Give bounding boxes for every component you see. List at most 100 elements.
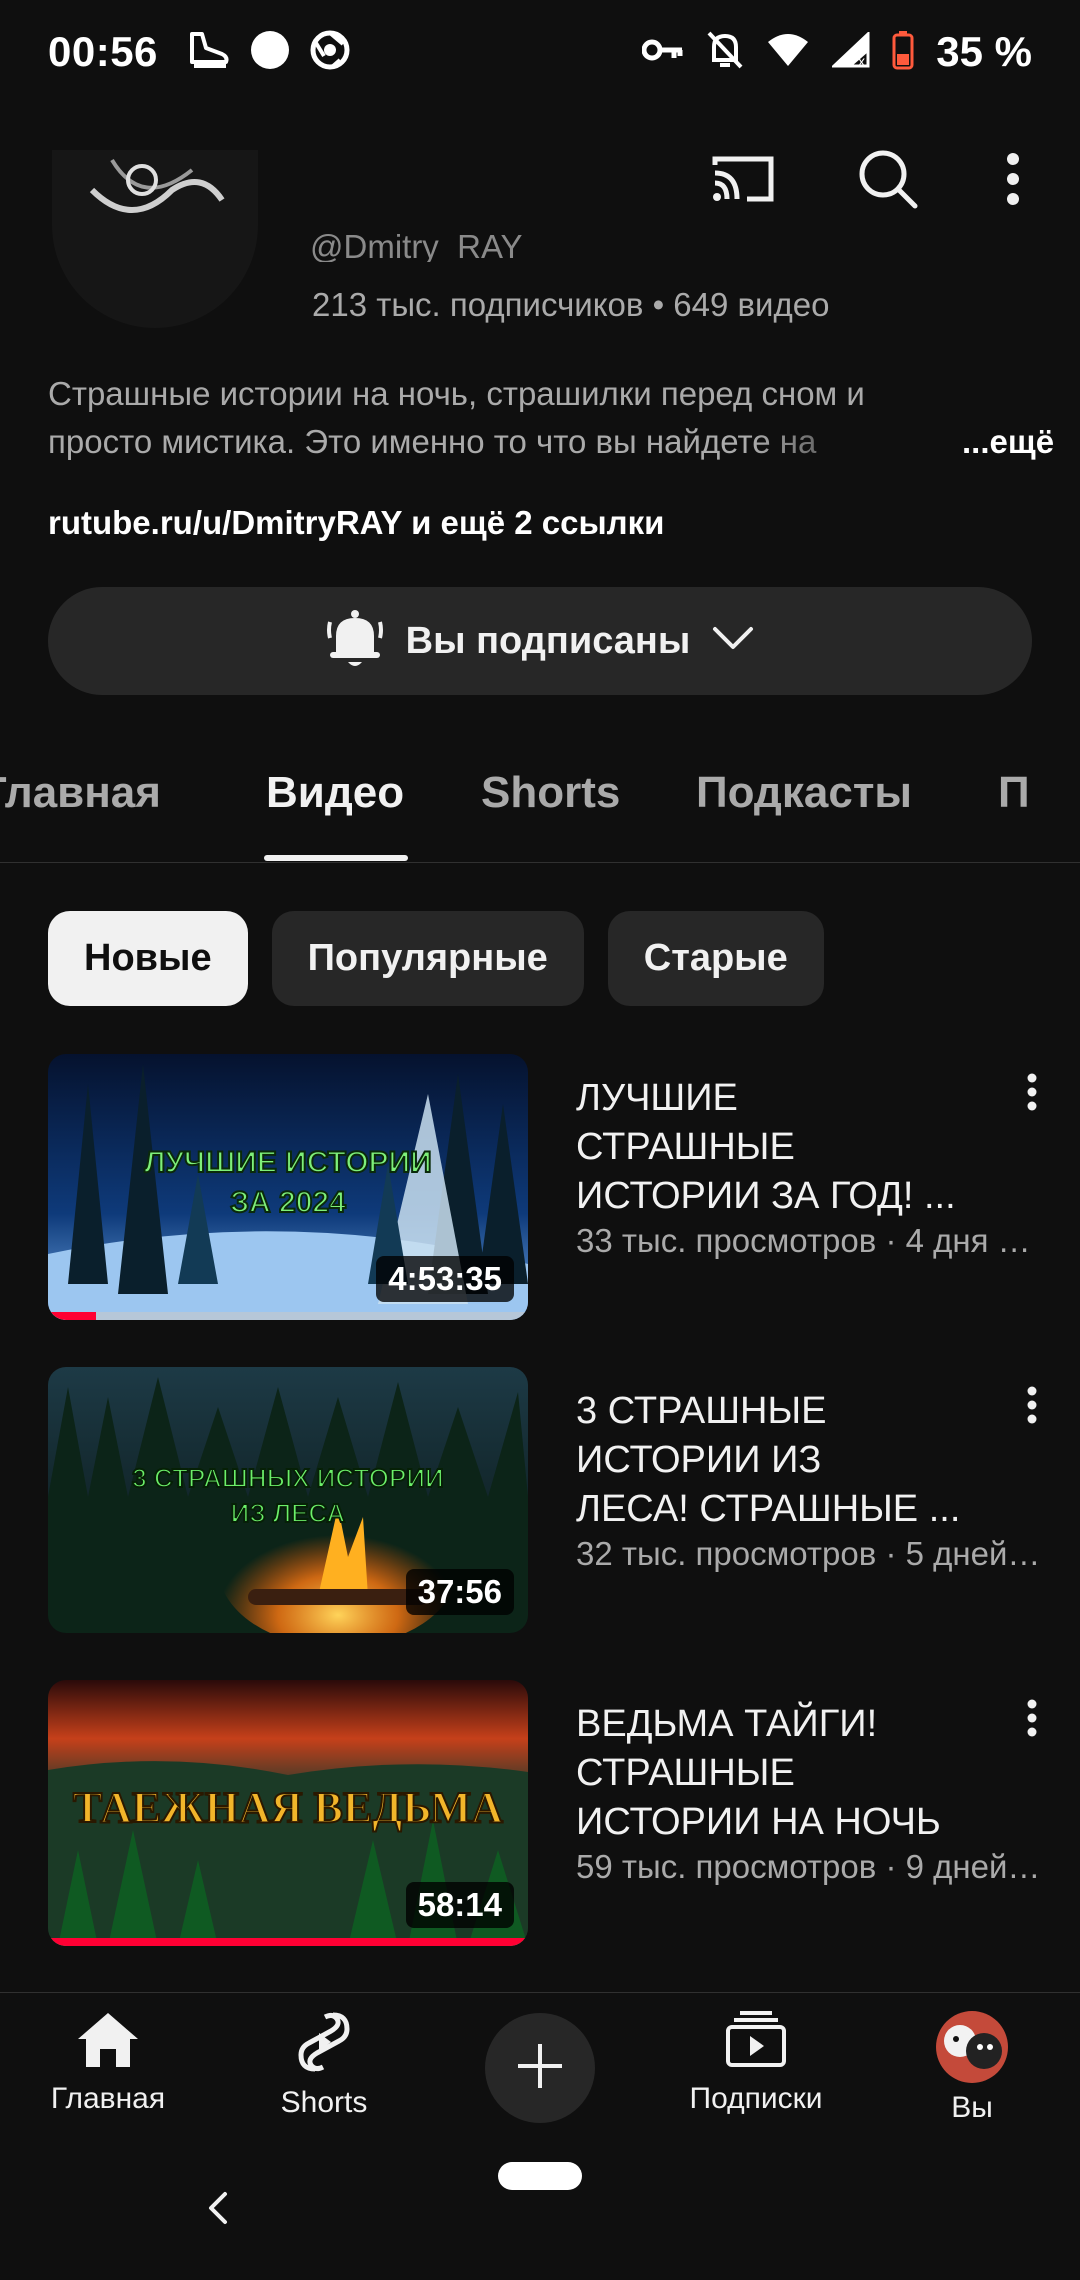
- nav-shorts[interactable]: Shorts: [224, 2011, 424, 2120]
- video-menu-button[interactable]: [1012, 1690, 1052, 1750]
- status-time: 00:56: [48, 28, 158, 75]
- signal-icon: x: [830, 30, 870, 73]
- thumb-text: 3 СТРАШНЫХ ИСТОРИИ: [132, 1463, 443, 1493]
- video-menu-button[interactable]: [1012, 1377, 1052, 1437]
- create-plus-icon: [516, 2042, 564, 2095]
- thumb-text: ЛУЧШИЕ ИСТОРИИ: [144, 1146, 431, 1179]
- video-title-line: ИСТОРИИ ИЗ: [576, 1439, 822, 1481]
- create-button[interactable]: [485, 2013, 595, 2123]
- channel-tabs: Главная Видео Shorts Подкасты П: [0, 740, 1080, 863]
- chip-newest[interactable]: Новые: [48, 911, 248, 1006]
- more-vert-icon: [1027, 1073, 1037, 1116]
- nav-home-label: Главная: [50, 2082, 166, 2115]
- watch-progress: [48, 1312, 528, 1320]
- tab-next[interactable]: П: [998, 768, 1030, 818]
- channel-description-line2: просто мистика. Это именно то что вы най…: [48, 423, 817, 460]
- chip-popular[interactable]: Популярные: [271, 911, 584, 1006]
- watch-progress-fill: [48, 1312, 96, 1320]
- thumb-text: ИЗ ЛЕСА: [231, 1498, 346, 1528]
- chrome-icon: [310, 30, 350, 75]
- channel-handle: @Dmitry_RAY: [310, 228, 523, 262]
- home-icon: [76, 2011, 140, 2074]
- subscriptions-icon: [724, 2011, 788, 2074]
- bell-off-icon: [706, 30, 744, 75]
- video-meta: 33 тыс. просмотров · 4 дня назад: [576, 1222, 1041, 1259]
- subscribed-button[interactable]: Вы подписаны: [48, 587, 1032, 695]
- battery-icon: [892, 30, 914, 75]
- video-title-line: ИСТОРИИ НА НОЧЬ: [576, 1801, 941, 1843]
- video-duration: 37:56: [405, 1569, 514, 1615]
- key-icon: [641, 36, 684, 69]
- video-item[interactable]: ТАЕЖНАЯ ВЕДЬМА 58:14 ВЕДЬМА ТАЙГИ! СТРАШ…: [0, 1680, 1080, 1950]
- chevron-left-icon: [205, 2192, 229, 2230]
- video-title-line: ЛУЧШИЕ: [576, 1077, 738, 1119]
- home-gesture-pill[interactable]: [498, 2162, 582, 2190]
- system-back-button[interactable]: [205, 2190, 229, 2231]
- video-item[interactable]: ЛУЧШИЕ ИСТОРИИ ЗА 2024 4:53:35 ЛУЧШИЕ СТ…: [0, 1054, 1080, 1324]
- channel-links[interactable]: rutube.ru/u/DmitryRAY и ещё 2 ссылки: [48, 504, 664, 542]
- video-thumbnail[interactable]: 3 СТРАШНЫХ ИСТОРИИ ИЗ ЛЕСА 37:56: [48, 1367, 528, 1633]
- watch-progress-fill: [48, 1938, 528, 1946]
- more-button[interactable]: [980, 148, 1046, 214]
- video-title-line: ИСТОРИИ ЗА ГОД! ...: [576, 1175, 956, 1217]
- video-menu-button[interactable]: [1012, 1064, 1052, 1124]
- video-title[interactable]: ЛУЧШИЕ СТРАШНЫЕ ИСТОРИИ ЗА ГОД! ...: [576, 1074, 1006, 1221]
- channel-description[interactable]: Страшные истории на ночь, страшилки пере…: [48, 370, 1054, 466]
- more-vert-icon: [1027, 1386, 1037, 1429]
- thumb-text: ЗА 2024: [230, 1186, 346, 1219]
- nav-home[interactable]: Главная: [8, 2011, 208, 2116]
- nav-you-label: Вы: [951, 2091, 993, 2124]
- watch-progress: [48, 1938, 528, 1946]
- tab-videos[interactable]: Видео: [266, 768, 404, 818]
- channel-description-line1: Страшные истории на ночь, страшилки пере…: [48, 375, 865, 412]
- more-vert-icon: [1027, 1699, 1037, 1742]
- wifi-icon: [766, 32, 810, 73]
- avatar: [936, 2011, 1008, 2083]
- nav-subscriptions-label: Подписки: [689, 2082, 823, 2115]
- video-title[interactable]: ВЕДЬМА ТАЙГИ! СТРАШНЫЕ ИСТОРИИ НА НОЧЬ: [576, 1700, 1006, 1847]
- circle-icon: [250, 30, 290, 75]
- chip-oldest[interactable]: Старые: [607, 911, 824, 1006]
- sort-chips: Новые Популярные Старые: [48, 911, 824, 1006]
- battery-percent: 35 %: [936, 28, 1032, 75]
- active-tab-indicator: [264, 855, 408, 861]
- more-vert-icon: [1006, 152, 1020, 210]
- video-title-line: ВЕДЬМА ТАЙГИ!: [576, 1703, 878, 1745]
- video-duration: 58:14: [405, 1882, 514, 1928]
- tab-home[interactable]: Главная: [0, 768, 161, 818]
- sneaker-icon: [186, 30, 230, 75]
- video-item[interactable]: 3 СТРАШНЫХ ИСТОРИИ ИЗ ЛЕСА 37:56 3 СТРАШ…: [0, 1367, 1080, 1637]
- video-title-line: 3 СТРАШНЫЕ: [576, 1390, 827, 1432]
- video-thumbnail[interactable]: ТАЕЖНАЯ ВЕДЬМА 58:14: [48, 1680, 528, 1946]
- status-system-icons: x 35 %: [641, 28, 1032, 76]
- tab-podcasts[interactable]: Подкасты: [696, 768, 912, 818]
- bottom-navigation: Главная Shorts Подписки Вы: [0, 1992, 1080, 2142]
- nav-you[interactable]: Вы: [872, 2011, 1072, 2125]
- svg-text:x: x: [858, 53, 865, 68]
- search-icon: [857, 148, 919, 215]
- video-duration: 4:53:35: [376, 1256, 514, 1302]
- video-meta: 59 тыс. просмотров · 9 дней назад: [576, 1848, 1041, 1885]
- channel-stats: 213 тыс. подписчиков • 649 видео: [312, 286, 830, 323]
- video-title-line: СТРАШНЫЕ: [576, 1752, 795, 1794]
- video-title[interactable]: 3 СТРАШНЫЕ ИСТОРИИ ИЗ ЛЕСА! СТРАШНЫЕ ...: [576, 1387, 1006, 1534]
- video-thumbnail[interactable]: ЛУЧШИЕ ИСТОРИИ ЗА 2024 4:53:35: [48, 1054, 528, 1320]
- cast-icon: [711, 153, 775, 210]
- search-button[interactable]: [855, 148, 921, 214]
- video-title-line: ЛЕСА! СТРАШНЫЕ ...: [576, 1488, 961, 1530]
- tab-shorts[interactable]: Shorts: [481, 768, 620, 818]
- status-bar: 00:56 x 35 %: [0, 0, 1080, 110]
- cast-button[interactable]: [710, 148, 776, 214]
- bell-icon: [326, 608, 384, 675]
- shorts-icon: [297, 2011, 351, 2078]
- description-more-link[interactable]: ...ещё: [962, 418, 1054, 466]
- channel-avatar[interactable]: [52, 150, 258, 328]
- video-meta: 32 тыс. просмотров · 5 дней назад: [576, 1535, 1041, 1572]
- nav-shorts-label: Shorts: [280, 2086, 368, 2119]
- subscribed-label: Вы подписаны: [405, 619, 691, 662]
- nav-subscriptions[interactable]: Подписки: [656, 2011, 856, 2116]
- thumb-text: ТАЕЖНАЯ ВЕДЬМА: [73, 1783, 503, 1832]
- chevron-down-icon: [712, 626, 754, 657]
- status-notification-icons: [186, 30, 350, 75]
- system-navigation-bar: [0, 2142, 1080, 2280]
